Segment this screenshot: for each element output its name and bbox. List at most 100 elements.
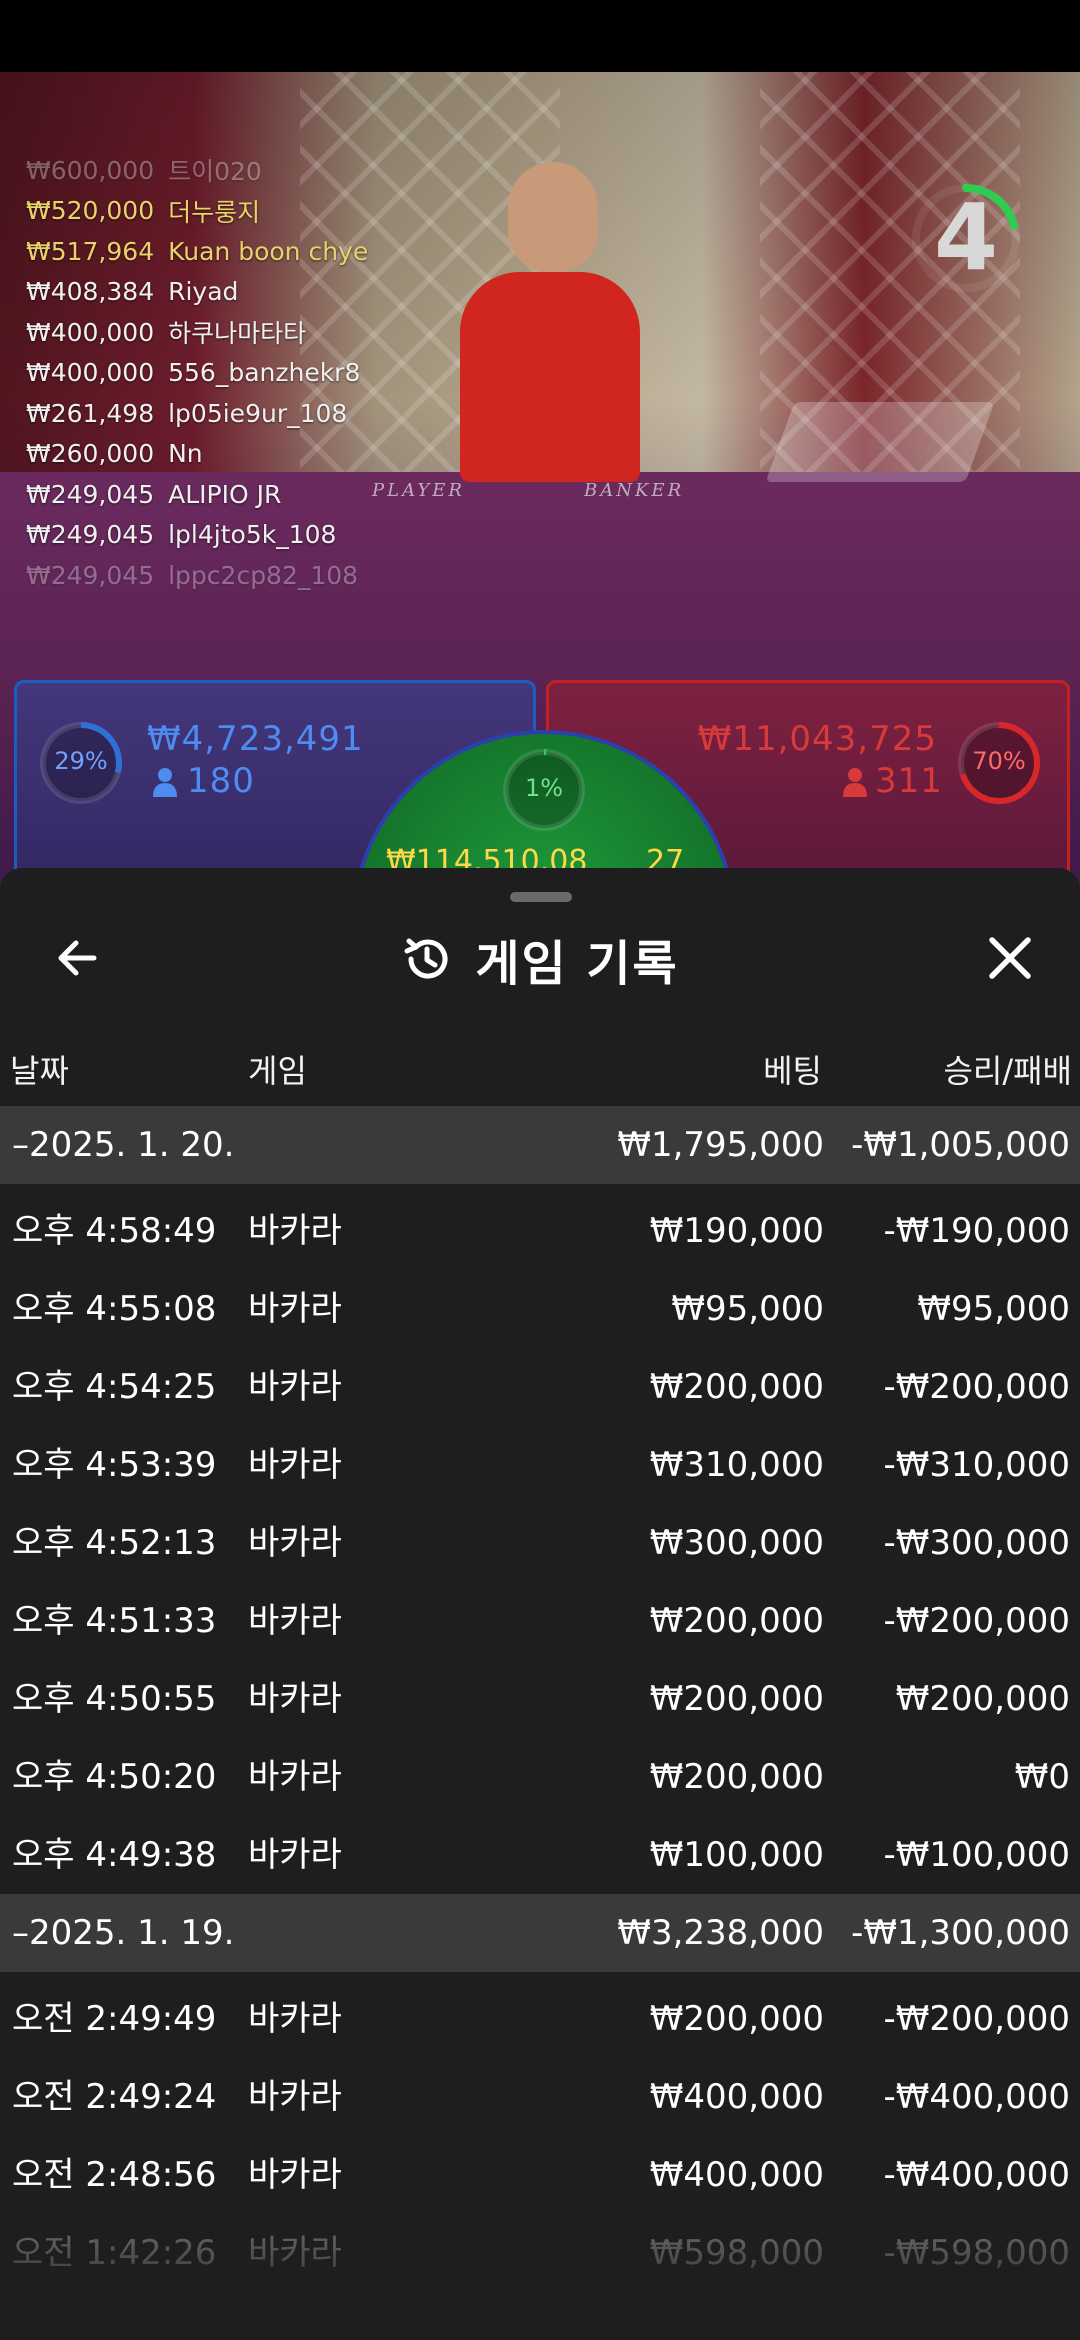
status-bar [0, 0, 1080, 72]
row-bet: ₩400,000 [649, 2077, 824, 2117]
row-game: 바카라 [248, 2155, 342, 2195]
player-percent: 29% [54, 747, 108, 775]
row-bet: ₩400,000 [649, 2155, 824, 2195]
group-bet-total: ₩1,795,000 [617, 1125, 824, 1165]
winner-name: 트이020 [168, 157, 262, 187]
row-result: -₩200,000 [883, 1601, 1071, 1641]
winner-name: Nn [168, 439, 203, 469]
date-group-row[interactable]: –2025. 1. 19. ₩3,238,000 -₩1,300,000 [0, 1894, 1080, 1972]
winner-row: ₩249,045 ALIPIO JR [26, 474, 368, 515]
dealer-figure [440, 156, 660, 492]
winner-amount: ₩249,045 [26, 479, 155, 509]
row-game: 바카라 [248, 2077, 342, 2117]
winner-name: 하쿠나마타타 [168, 319, 307, 349]
history-row[interactable]: 오전 2:48:56 바카라 ₩400,000 -₩400,000 [0, 2136, 1080, 2214]
column-header-date[interactable]: 날짜 [10, 1046, 69, 1092]
row-time: 오후 4:50:20 [12, 1757, 217, 1797]
player-total-bet: ₩4,723,491 [147, 719, 364, 759]
history-row[interactable]: 오후 4:50:20 바카라 ₩200,000 ₩0 [0, 1738, 1080, 1816]
row-time: 오후 4:51:33 [12, 1601, 217, 1641]
group-result-total: -₩1,005,000 [851, 1125, 1070, 1165]
row-time: 오전 2:48:56 [12, 2155, 217, 2195]
game-history-sheet: 게임 기록 날짜 게임 베팅 승리/패배 –2025. 1. 20. ₩1,795… [0, 868, 1080, 2340]
row-game: 바카라 [248, 1367, 342, 1407]
history-table: –2025. 1. 20. ₩1,795,000 -₩1,005,000 오후 4:5… [0, 1106, 1080, 2292]
row-result: -₩100,000 [883, 1835, 1071, 1875]
row-time: 오후 4:55:08 [12, 1289, 217, 1329]
winner-amount: ₩600,000 [26, 155, 155, 185]
winner-row: ₩520,000 더누룽지 [26, 191, 368, 232]
winner-row: ₩261,498 lp05ie9ur_108 [26, 393, 368, 434]
row-result: -₩190,000 [883, 1211, 1071, 1251]
history-row[interactable]: 오전 2:49:49 바카라 ₩200,000 -₩200,000 [0, 1980, 1080, 2058]
row-result: ₩95,000 [917, 1289, 1070, 1329]
row-result: ₩0 [1014, 1757, 1070, 1797]
column-header-bet[interactable]: 베팅 [763, 1046, 822, 1092]
felt-label-player: PLAYER [372, 480, 465, 501]
history-row[interactable]: 오후 4:54:25 바카라 ₩200,000 -₩200,000 [0, 1348, 1080, 1426]
sheet-drag-handle[interactable] [510, 892, 572, 902]
history-row[interactable]: 오후 4:51:33 바카라 ₩200,000 -₩200,000 [0, 1582, 1080, 1660]
sheet-header: 게임 기록 [0, 924, 1080, 994]
row-bet: ₩200,000 [649, 1757, 824, 1797]
row-bet: ₩200,000 [649, 1999, 824, 2039]
winners-list: ₩600,000 트이020 ₩520,000 더누룽지 ₩517,964 Kuan bo… [26, 150, 368, 596]
row-time: 오후 4:50:55 [12, 1679, 217, 1719]
history-icon [404, 938, 448, 979]
winner-amount: ₩400,000 [26, 358, 155, 388]
player-bettor-count: 180 [187, 761, 255, 801]
row-result: ₩200,000 [895, 1679, 1070, 1719]
player-users-icon [153, 768, 177, 797]
winner-row: ₩517,964 Kuan boon chye [26, 231, 368, 272]
row-time: 오후 4:52:13 [12, 1523, 217, 1563]
row-bet: ₩200,000 [649, 1679, 824, 1719]
column-header-game[interactable]: 게임 [248, 1046, 307, 1092]
history-row[interactable]: 오후 4:52:13 바카라 ₩300,000 -₩300,000 [0, 1504, 1080, 1582]
row-gap [0, 1184, 1080, 1192]
date-group-row[interactable]: –2025. 1. 20. ₩1,795,000 -₩1,005,000 [0, 1106, 1080, 1184]
row-bet: ₩300,000 [649, 1523, 824, 1563]
winner-amount: ₩400,000 [26, 317, 155, 347]
row-bet: ₩200,000 [649, 1367, 824, 1407]
row-game: 바카라 [248, 1211, 342, 1251]
winner-name: lpl4jto5k_108 [168, 520, 337, 550]
winner-amount: ₩261,498 [26, 398, 155, 428]
winner-name: Kuan boon chye [168, 236, 369, 266]
history-row[interactable]: 오전 2:49:24 바카라 ₩400,000 -₩400,000 [0, 2058, 1080, 2136]
row-game: 바카라 [248, 1601, 342, 1641]
sheet-title: 게임 기록 [475, 936, 679, 992]
row-result: -₩400,000 [883, 2077, 1071, 2117]
row-game: 바카라 [248, 1289, 342, 1329]
row-bet: ₩100,000 [649, 1835, 824, 1875]
winner-row: ₩600,000 트이020 [26, 150, 368, 191]
history-row[interactable]: 오후 4:49:38 바카라 ₩100,000 -₩100,000 [0, 1816, 1080, 1894]
row-gap [0, 1972, 1080, 1980]
row-game: 바카라 [248, 1445, 342, 1485]
winner-row: ₩249,045 lpl4jto5k_108 [26, 515, 368, 556]
row-bet: ₩95,000 [671, 1289, 824, 1329]
column-header-result[interactable]: 승리/패배 [943, 1046, 1072, 1092]
row-result: -₩310,000 [883, 1445, 1071, 1485]
winner-amount: ₩249,045 [26, 520, 155, 550]
group-date: –2025. 1. 20. [12, 1125, 235, 1165]
row-game: 바카라 [248, 1835, 342, 1875]
winner-amount: ₩517,964 [26, 236, 155, 266]
row-result: -₩200,000 [883, 1367, 1071, 1407]
row-result: -₩400,000 [883, 2155, 1071, 2195]
history-row[interactable]: 오후 4:50:55 바카라 ₩200,000 ₩200,000 [0, 1660, 1080, 1738]
winner-row: ₩249,045 lppc2cp82_108 [26, 555, 368, 596]
winner-name: lp05ie9ur_108 [168, 398, 348, 428]
row-game: 바카라 [248, 1999, 342, 2039]
row-time: 오전 2:49:49 [12, 1999, 217, 2039]
row-game: 바카라 [248, 1757, 342, 1797]
winner-name: lppc2cp82_108 [168, 560, 359, 590]
history-row[interactable]: 오후 4:53:39 바카라 ₩310,000 -₩310,000 [0, 1426, 1080, 1504]
felt-label-banker: BANKER [584, 480, 685, 501]
history-row[interactable]: 오후 4:58:49 바카라 ₩190,000 -₩190,000 [0, 1192, 1080, 1270]
winner-amount: ₩260,000 [26, 439, 155, 469]
winner-name: ALIPIO JR [168, 479, 282, 509]
history-row[interactable]: 오후 4:55:08 바카라 ₩95,000 ₩95,000 [0, 1270, 1080, 1348]
row-bet: ₩190,000 [649, 1211, 824, 1251]
banker-percent: 70% [972, 747, 1026, 775]
close-icon[interactable] [982, 930, 1038, 986]
